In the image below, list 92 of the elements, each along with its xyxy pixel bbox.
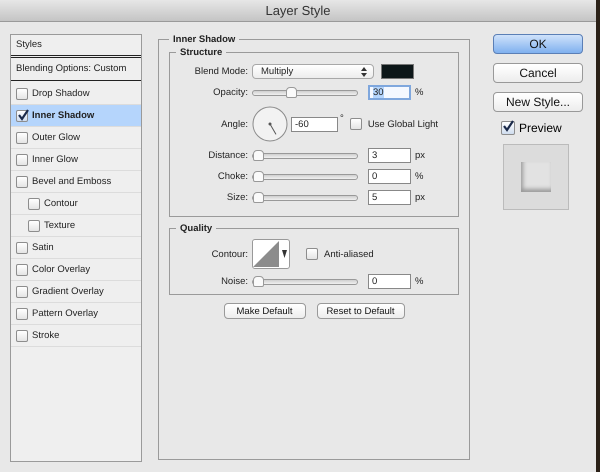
checkbox[interactable] [16, 308, 28, 320]
slider-track[interactable] [252, 90, 358, 96]
field-label: Size: [226, 192, 248, 203]
slider-track[interactable] [252, 152, 358, 158]
caret-icon [282, 250, 287, 258]
number-field[interactable]: 3 [368, 148, 411, 163]
group-title: Structure [179, 47, 224, 58]
number-field[interactable]: 5 [368, 190, 411, 205]
list-item[interactable]: Blending Options: Custom [11, 58, 141, 81]
list-item[interactable]: Texture [11, 215, 141, 237]
button[interactable]: Make Default [224, 303, 306, 319]
angle-field[interactable]: -60 [291, 116, 338, 132]
checkbox[interactable] [16, 132, 28, 144]
item-label: Color Overlay [32, 264, 90, 275]
slider-thumb[interactable] [253, 150, 264, 160]
unit-label: px [415, 192, 426, 203]
field-label: Blend Mode: [194, 66, 248, 77]
unit-label: % [415, 171, 424, 182]
list-item[interactable]: Outer Glow [11, 127, 141, 149]
list-item[interactable]: Satin [11, 237, 141, 259]
number-field[interactable]: 30 [368, 85, 411, 100]
slider-thumb[interactable] [286, 86, 297, 98]
button[interactable]: New Style... [493, 92, 583, 112]
color-swatch[interactable] [381, 64, 414, 79]
blend-mode-dropdown[interactable]: Multiply [252, 64, 374, 79]
checkbox[interactable] [28, 220, 40, 232]
slider-track[interactable] [252, 278, 358, 284]
checkbox-label: Use Global Light [368, 118, 438, 130]
button[interactable]: OK [493, 34, 583, 54]
checkbox[interactable] [16, 110, 28, 122]
list-item[interactable]: Bevel and Emboss [11, 171, 141, 193]
slider-thumb[interactable] [253, 192, 264, 202]
unit-label: px [415, 150, 426, 161]
unit-label: ° [340, 113, 344, 124]
checkmark-icon [17, 108, 29, 120]
contour-picker[interactable] [252, 239, 290, 269]
checkbox[interactable] [16, 286, 28, 298]
field-label: Distance: [207, 150, 248, 161]
checkbox[interactable] [16, 330, 28, 342]
field-label: Contour: [210, 248, 248, 260]
unit-label: % [415, 276, 424, 287]
item-label: Pattern Overlay [32, 308, 98, 319]
item-label: Satin [32, 242, 54, 253]
list-item[interactable]: Gradient Overlay [11, 281, 141, 303]
item-label: Contour [44, 198, 78, 209]
field-label: Choke: [216, 171, 248, 182]
list-header: Styles [11, 35, 141, 58]
stepper-icon [361, 66, 367, 76]
button[interactable]: Reset to Default [316, 303, 404, 319]
checkbox[interactable] [501, 121, 515, 135]
slider-track[interactable] [252, 194, 358, 200]
item-label: Texture [44, 220, 76, 231]
item-label: Drop Shadow [32, 88, 90, 99]
window-title: Layer Style [265, 3, 331, 18]
checkbox[interactable] [28, 198, 40, 210]
list-item[interactable]: Pattern Overlay [11, 303, 141, 325]
list-item[interactable]: Contour [11, 193, 141, 215]
checkbox[interactable] [350, 118, 362, 130]
button[interactable]: Cancel [493, 63, 583, 83]
checkbox-label: Preview [519, 121, 562, 135]
list-item[interactable]: Inner Shadow [11, 105, 141, 127]
list-item[interactable]: Inner Glow [11, 149, 141, 171]
checkbox[interactable] [16, 88, 28, 100]
unit-label: % [415, 87, 424, 98]
slider-track[interactable] [252, 174, 358, 180]
field-label: Noise: [220, 276, 248, 287]
checkbox[interactable] [306, 248, 318, 260]
list-item[interactable]: Stroke [11, 325, 141, 347]
number-field[interactable]: 0 [368, 274, 411, 289]
checkbox-label: Anti-aliased [324, 248, 374, 260]
contour-curve-icon [253, 241, 279, 267]
checkbox[interactable] [16, 264, 28, 276]
checkbox[interactable] [16, 176, 28, 188]
group-title: Quality [179, 223, 214, 234]
item-label: Inner Glow [32, 154, 78, 165]
field-label: Opacity: [212, 87, 248, 98]
checkbox[interactable] [16, 154, 28, 166]
angle-dial [252, 106, 288, 142]
checkmark-icon [502, 120, 514, 132]
number-field[interactable]: 0 [368, 169, 411, 184]
item-label: Bevel and Emboss [32, 176, 112, 187]
slider-thumb[interactable] [253, 276, 264, 286]
slider-thumb[interactable] [253, 170, 264, 182]
list-item[interactable]: Color Overlay [11, 259, 141, 281]
preview-square [521, 162, 551, 192]
field-label: Angle: [220, 118, 248, 130]
checkbox[interactable] [16, 242, 28, 254]
item-label: Inner Shadow [32, 110, 94, 121]
item-label: Outer Glow [32, 132, 80, 143]
item-label: Gradient Overlay [32, 286, 104, 297]
group-title: Inner Shadow [172, 34, 236, 45]
item-label: Stroke [32, 330, 60, 341]
